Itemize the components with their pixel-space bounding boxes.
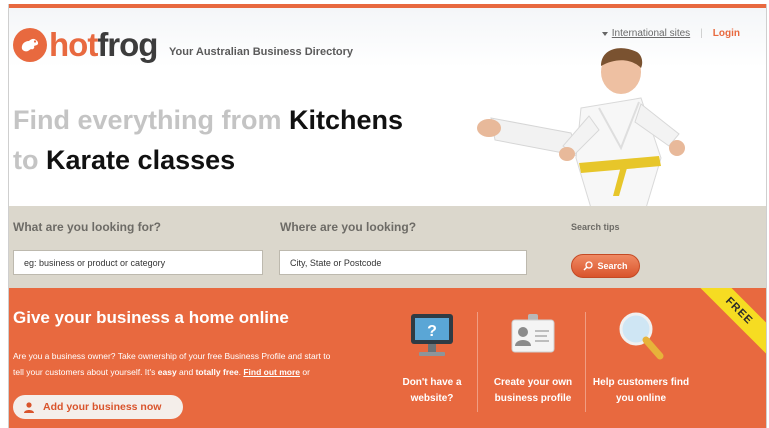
add-business-label: Add your business now xyxy=(43,401,162,413)
feature-website-line2: website? xyxy=(410,393,454,404)
svg-text:?: ? xyxy=(427,323,437,340)
feature-customers-caption: Help customers find you online xyxy=(587,375,695,407)
search-button-label: Search xyxy=(597,261,628,271)
feature-customers-line2: you online xyxy=(616,393,666,404)
promo-text-part: tell your customers about yourself. It's xyxy=(13,367,158,377)
headline-line2-light: to xyxy=(13,145,46,175)
karate-kid-image xyxy=(477,48,685,209)
what-search-input[interactable]: eg: business or product or category xyxy=(13,250,263,275)
search-panel: What are you looking for? eg: business o… xyxy=(9,206,766,288)
headline-line1-dark: Kitchens xyxy=(289,105,404,135)
search-icon xyxy=(583,261,594,271)
headline-line2-dark: Karate classes xyxy=(46,145,236,175)
hotfrog-logo[interactable]: hotfrog xyxy=(13,26,158,63)
headline-line1-light: Find everything from xyxy=(13,105,290,135)
promo-banner: Give your business a home online Are you… xyxy=(9,288,766,428)
logo-frog: frog xyxy=(97,26,158,63)
feature-profile-line1: Create your own xyxy=(493,377,573,388)
search-tips-link[interactable]: Search tips xyxy=(571,222,620,232)
feature-profile[interactable]: Create your own business profile xyxy=(479,308,587,407)
promo-easy: easy xyxy=(157,367,177,377)
profile-card-icon xyxy=(511,314,555,353)
site-tagline: Your Australian Business Directory xyxy=(169,46,353,58)
promo-free: totally free xyxy=(195,367,239,377)
search-button[interactable]: Search xyxy=(571,254,640,278)
logo-hot: hot xyxy=(49,26,98,63)
feature-website-line1: Don't have a xyxy=(402,377,462,388)
free-ribbon: FREE xyxy=(696,288,766,358)
where-search-input[interactable]: City, State or Postcode xyxy=(279,250,527,275)
hero-header: hotfrog Your Australian Business Directo… xyxy=(9,8,766,209)
feature-divider xyxy=(585,312,586,412)
feature-divider xyxy=(477,312,478,412)
user-icon xyxy=(24,402,34,413)
what-label: What are you looking for? xyxy=(13,220,162,234)
promo-title: Give your business a home online xyxy=(13,308,289,327)
where-label: Where are you looking? xyxy=(280,220,417,234)
feature-website-caption: Don't have a website? xyxy=(378,375,486,407)
feature-profile-caption: Create your own business profile xyxy=(479,375,587,407)
feature-website[interactable]: ? Don't have a website? xyxy=(378,308,486,407)
promo-description: Are you a business owner? Take ownership… xyxy=(13,348,373,380)
promo-text-line2: tell your customers about yourself. It's… xyxy=(13,364,373,380)
promo-or: or xyxy=(300,367,310,377)
page-frame: hotfrog Your Australian Business Directo… xyxy=(8,4,767,428)
monitor-question-icon: ? xyxy=(411,314,453,356)
free-badge: FREE xyxy=(696,288,766,358)
frog-logo-icon xyxy=(13,28,47,62)
magnifier-icon xyxy=(619,312,664,360)
hero-headline: Find everything from Kitchens to Karate … xyxy=(13,100,403,180)
feature-customers-line1: Help customers find xyxy=(592,377,690,388)
dropdown-triangle-icon xyxy=(601,31,608,36)
find-out-more-link[interactable]: Find out more xyxy=(243,367,300,377)
promo-text-line1: Are you a business owner? Take ownership… xyxy=(13,351,331,361)
logo-wordmark: hotfrog xyxy=(49,26,158,63)
feature-customers[interactable]: Help customers find you online xyxy=(587,308,695,407)
add-business-button[interactable]: Add your business now xyxy=(13,395,183,419)
feature-profile-line2: business profile xyxy=(494,393,572,404)
promo-and: and xyxy=(176,367,196,377)
